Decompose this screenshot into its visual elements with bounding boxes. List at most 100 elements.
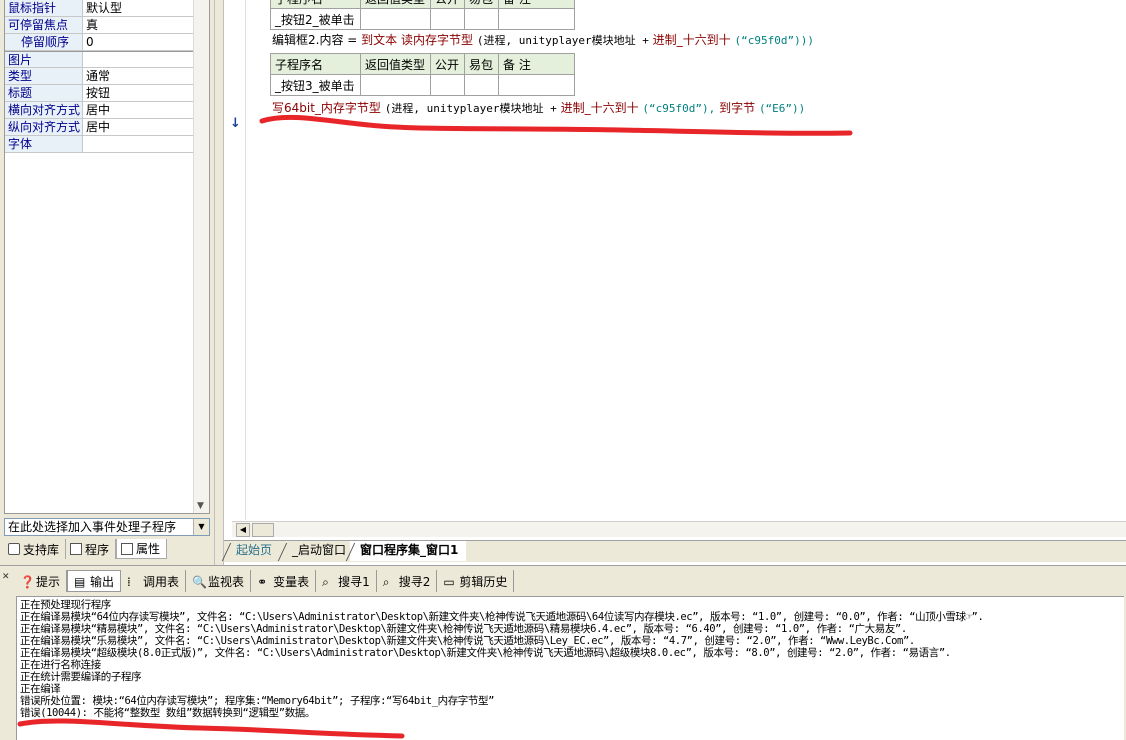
- code-target: 编辑框2.内容: [272, 33, 344, 47]
- tab-watch-label: 监视表: [208, 574, 245, 589]
- tab-hint-label: 提示: [36, 574, 61, 589]
- output-line: 正在统计需要编译的子程序: [20, 671, 142, 683]
- property-row[interactable]: 可停留焦点真: [5, 17, 195, 34]
- property-value[interactable]: 通常: [83, 68, 195, 84]
- table-header-cell: 子程序名: [270, 53, 361, 75]
- code-function: 读内存字节型: [401, 33, 474, 47]
- output-line: 正在编译易模块“乐易模块”, 文件名: “C:\Users\Administra…: [20, 635, 915, 647]
- table-cell[interactable]: [498, 74, 575, 96]
- search-icon: ⌕: [382, 575, 390, 589]
- code-function: 到字节: [719, 101, 756, 115]
- tab-watch[interactable]: 🔍 监视表: [186, 570, 252, 592]
- tab-search-1[interactable]: ⌕ 搜寻1: [316, 570, 377, 592]
- subroutine-table-header: 子程序名返回值类型公开易包备 注: [270, 0, 575, 9]
- tab-property[interactable]: 属性: [116, 539, 168, 559]
- tab-program[interactable]: 程序: [66, 539, 117, 559]
- output-line: 错误所处位置: 模块:“64位内存读写模块”; 程序集:“Memory64bit…: [20, 695, 495, 707]
- subroutine-table-2: 子程序名 返回值类型 公开 易包备 注 _按钮3_被单击: [270, 53, 575, 96]
- output-line: 正在编译易模块“超级模块(8.0正式版)”, 文件名: “C:\Users\Ad…: [20, 647, 951, 659]
- tab-hint[interactable]: ❓ 提示: [14, 570, 68, 592]
- property-value[interactable]: [83, 136, 195, 152]
- tab-call-stack[interactable]: ⁞ 调用表: [121, 570, 187, 592]
- tab-support-library[interactable]: 支持库: [4, 539, 67, 559]
- table-cell[interactable]: [360, 8, 431, 30]
- editor-gutter: ↓: [224, 0, 246, 520]
- output-text[interactable]: 正在预处理现行程序 正在编译易模块“64位内存读写模块”, 文件名: “C:\Us…: [16, 596, 1124, 740]
- table-cell[interactable]: _按钮3_被单击: [270, 74, 361, 96]
- output-line: 正在预处理现行程序: [20, 599, 111, 611]
- panel-splitter[interactable]: [214, 0, 224, 565]
- tab-program-label: 程序: [85, 542, 110, 557]
- property-row[interactable]: 类型 通常: [5, 68, 195, 85]
- call-stack-icon: ⁞: [127, 575, 131, 589]
- code-function: 写64bit_内存字节型: [272, 101, 381, 115]
- property-name: 纵向对齐方式: [5, 119, 83, 135]
- table-header-cell: 返回值类型: [360, 0, 431, 9]
- tab-support-library-label: 支持库: [23, 542, 60, 557]
- property-row[interactable]: 停留顺序 0: [5, 34, 195, 51]
- program-icon: [70, 543, 83, 555]
- tab-start-page[interactable]: 起始页: [226, 541, 280, 561]
- code-line-1[interactable]: 编辑框2.内容 = 到文本 读内存字节型 (进程, unityplayer模块地…: [272, 31, 814, 48]
- code-editor[interactable]: ↓ 子程序名返回值类型公开易包备 注 _按钮2_被单击 编辑框2.内容 = 到文…: [224, 0, 1126, 540]
- table-cell[interactable]: [360, 74, 431, 96]
- table-header-cell: 公开: [430, 53, 465, 75]
- property-scrollbar[interactable]: ▼: [193, 0, 209, 513]
- property-value[interactable]: 真: [83, 17, 195, 33]
- output-line: 正在进行名称连接: [20, 659, 101, 671]
- close-icon[interactable]: ✕: [2, 572, 10, 582]
- table-header-cell: 备 注: [498, 53, 575, 75]
- scroll-down-icon[interactable]: ▼: [197, 501, 204, 511]
- event-handler-select-text: 在此处选择加入事件处理子程序: [8, 520, 177, 534]
- tab-window-assembly[interactable]: 窗口程序集_窗口1: [350, 541, 467, 561]
- table-cell[interactable]: [430, 74, 465, 96]
- property-row[interactable]: 图片: [5, 51, 195, 68]
- editor-tabs: 起始页 _启动窗口 窗口程序集_窗口1: [224, 540, 1126, 562]
- code-function: 到文本: [361, 33, 398, 47]
- property-value[interactable]: 居中: [83, 119, 195, 135]
- tab-output[interactable]: ▤ 输出: [67, 570, 122, 592]
- property-grid: 鼠标指针 默认型 可停留焦点真停留顺序 0 图片 类型 通常 标题 按钮 横向对齐方式 居中 纵向对齐…: [4, 0, 210, 514]
- tab-clip-history-label: 剪辑历史: [459, 574, 508, 589]
- code-line-2[interactable]: 写64bit_内存字节型 (进程, unityplayer模块地址 + 进制_十…: [272, 99, 805, 116]
- property-value[interactable]: 按钮: [83, 85, 195, 101]
- property-row[interactable]: 鼠标指针 默认型: [5, 0, 195, 17]
- tab-search-1-label: 搜寻1: [338, 574, 370, 589]
- tab-search-2[interactable]: ⌕ 搜寻2: [377, 570, 438, 592]
- code-function: 进制_十六到十: [560, 101, 639, 115]
- event-handler-select[interactable]: 在此处选择加入事件处理子程序 ▼: [4, 518, 210, 536]
- property-row[interactable]: 字体: [5, 136, 195, 153]
- table-cell[interactable]: [430, 8, 465, 30]
- editor-horizontal-scrollbar[interactable]: ◀: [232, 521, 1126, 537]
- property-row[interactable]: 标题 按钮: [5, 85, 195, 102]
- table-cell[interactable]: [498, 8, 575, 30]
- search-icon: ⌕: [322, 575, 329, 589]
- table-header-cell: 公开: [430, 0, 465, 9]
- table-cell[interactable]: [464, 74, 499, 96]
- tab-startup-window[interactable]: _启动窗口: [282, 541, 354, 561]
- table-cell[interactable]: _按钮2_被单击: [270, 8, 361, 30]
- scroll-thumb[interactable]: [252, 523, 274, 537]
- tab-variables-label: 变量表: [273, 574, 310, 589]
- tab-clip-history[interactable]: ▭ 剪辑历史: [437, 570, 515, 592]
- property-value[interactable]: 居中: [83, 102, 195, 118]
- glasses-icon: ⚭: [257, 575, 268, 589]
- property-value[interactable]: 0: [83, 34, 195, 50]
- table-header-cell: 子程序名: [270, 0, 361, 9]
- output-line: 错误(10044): 不能将“整数型 数组”数据转换到“逻辑型”数据。: [20, 707, 316, 719]
- subroutine-table-row[interactable]: _按钮3_被单击: [270, 74, 575, 96]
- code-string: (“E6”)): [758, 102, 806, 115]
- subroutine-table-row[interactable]: _按钮2_被单击: [270, 8, 575, 30]
- property-value[interactable]: [83, 52, 195, 67]
- table-cell[interactable]: [464, 8, 499, 30]
- output-line: 正在编译: [20, 683, 61, 695]
- property-row[interactable]: 横向对齐方式 居中: [5, 102, 195, 119]
- chevron-down-icon[interactable]: ▼: [193, 519, 209, 535]
- code-args: (进程, unityplayer模块地址 +: [384, 102, 557, 115]
- scroll-left-icon[interactable]: ◀: [236, 523, 250, 537]
- property-row[interactable]: 纵向对齐方式 居中: [5, 119, 195, 136]
- property-value[interactable]: 默认型: [83, 0, 195, 16]
- tab-variables[interactable]: ⚭ 变量表: [251, 570, 317, 592]
- property-name: 鼠标指针: [5, 0, 83, 16]
- subroutine-table-header: 子程序名返回值类型公开易包备 注: [270, 53, 575, 75]
